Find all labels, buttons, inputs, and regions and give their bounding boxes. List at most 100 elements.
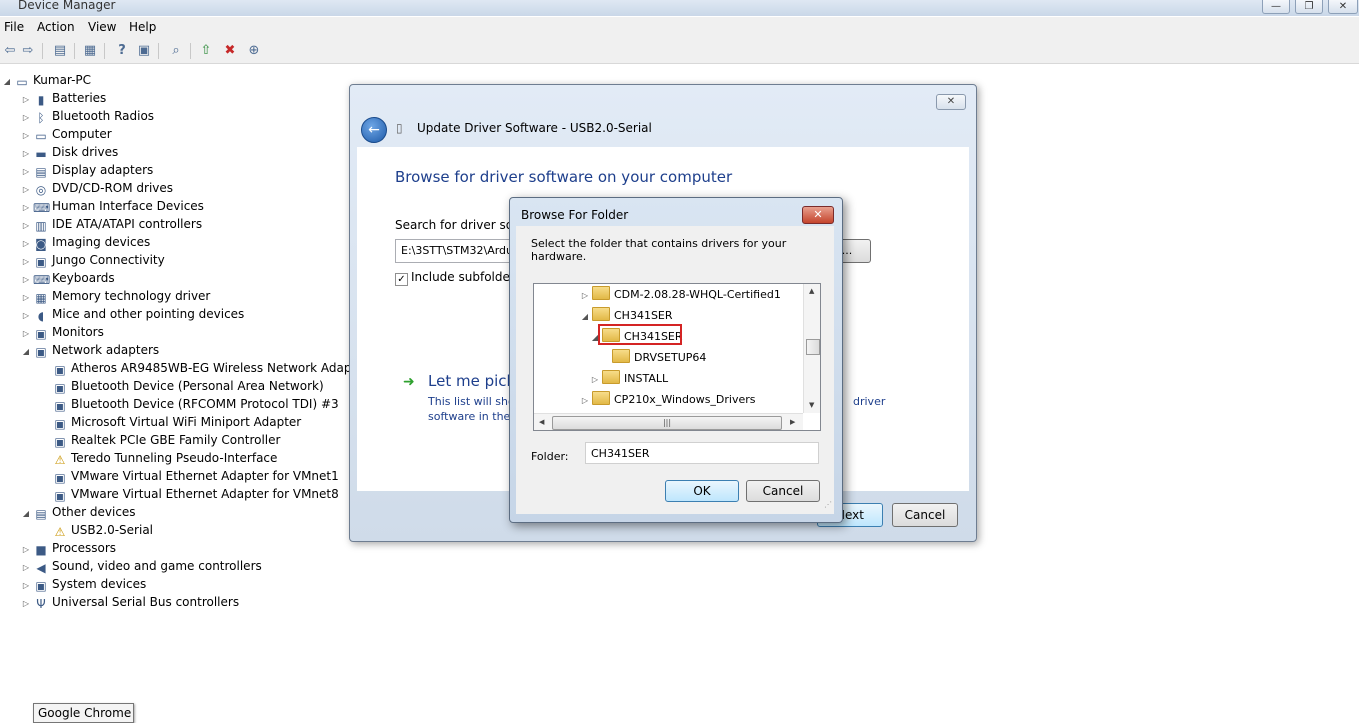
tree-category[interactable]: ▷ ◎ DVD/CD-ROM drives [21, 179, 173, 197]
tree-device[interactable]: ▣ VMware Virtual Ethernet Adapter for VMn… [40, 485, 338, 503]
view-icon[interactable]: ▣ [136, 43, 152, 59]
tree-category[interactable]: ▷ ᛒ Bluetooth Radios [21, 107, 154, 125]
tree-device[interactable]: ▣ VMware Virtual Ethernet Adapter for VMn… [40, 467, 339, 485]
expand-arrow-icon[interactable]: ▷ [590, 369, 600, 390]
tree-category[interactable]: ◢ ▣ Network adapters [21, 341, 159, 359]
tree-category[interactable]: ◢ ▤ Other devices [21, 503, 136, 521]
collapse-arrow-icon[interactable]: ◢ [21, 505, 31, 523]
folder-tree[interactable]: ▷ CDM-2.08.28-WHQL-Certified1 ◢ CH341SER ◢ CH… [533, 283, 821, 431]
tree-category[interactable]: ▷ ▥ IDE ATA/ATAPI controllers [21, 215, 202, 233]
network-adapter-icon: ▣ [54, 489, 66, 503]
tree-item-label: Other devices [52, 505, 136, 519]
minimize-button[interactable]: — [1262, 0, 1290, 14]
tree-category[interactable]: ▷ ▤ Display adapters [21, 161, 153, 179]
close-button[interactable]: ✕ [936, 94, 966, 110]
horizontal-scrollbar[interactable]: ◀ ||| ▶ [534, 413, 803, 430]
back-icon[interactable]: ⇦ [2, 43, 18, 59]
tree-category[interactable]: ▷ ▮ Batteries [21, 89, 106, 107]
forward-icon[interactable]: ⇨ [20, 43, 36, 59]
tree-device[interactable]: ▣ Bluetooth Device (Personal Area Network… [40, 377, 323, 395]
expand-arrow-icon[interactable]: ▷ [580, 285, 590, 306]
tree-category[interactable]: ▷ ■ Processors [21, 539, 116, 557]
tree-item-label: IDE ATA/ATAPI controllers [52, 217, 203, 231]
resize-grip-icon[interactable]: ⋰ [824, 500, 832, 509]
scrollbar-thumb[interactable]: ||| [552, 416, 782, 430]
network-adapter-icon: ▣ [54, 435, 66, 449]
tree-item-label: VMware Virtual Ethernet Adapter for VMne… [71, 469, 339, 483]
vertical-scrollbar[interactable]: ▲ ▼ [803, 284, 820, 413]
tree-device[interactable]: ▣ Microsoft Virtual WiFi Miniport Adapter [40, 413, 301, 431]
tree-category[interactable]: ▷ ◀ Sound, video and game controllers [21, 557, 262, 575]
folder-input[interactable]: CH341SER [585, 442, 819, 464]
menu-help[interactable]: Help [129, 20, 156, 34]
expand-arrow-icon[interactable]: ▷ [21, 595, 31, 613]
keyboard-icon: ⌨ [33, 273, 51, 287]
menu-action[interactable]: Action [37, 20, 75, 34]
restore-button[interactable]: ❐ [1295, 0, 1323, 14]
ok-button[interactable]: OK [665, 480, 739, 502]
scan-hardware-icon[interactable]: ⌕ [168, 43, 184, 59]
include-subfolders-checkbox[interactable]: ✓ [395, 273, 408, 286]
let-me-pick-description: software in the [428, 410, 511, 423]
toolbar: ⇦ ⇨ ▤ ▦ ? ▣ ⌕ ⇧ ✖ ⊕ [0, 39, 1359, 64]
tree-item-label: Teredo Tunneling Pseudo-Interface [71, 451, 278, 465]
folder-item[interactable]: ▷ INSTALL [590, 368, 668, 389]
tree-device[interactable]: ⚠ USB2.0-Serial [40, 521, 153, 539]
folder-icon [592, 391, 610, 405]
tree-device[interactable]: ▣ Bluetooth Device (RFCOMM Protocol TDI) … [40, 395, 338, 413]
uninstall-icon[interactable]: ✖ [222, 43, 238, 59]
show-hidden-icon[interactable]: ▦ [82, 43, 98, 59]
tree-category[interactable]: ▷ ⌨ Human Interface Devices [21, 197, 204, 215]
back-arrow-icon[interactable]: ← [361, 117, 387, 143]
include-subfolders-label[interactable]: Include subfolders [411, 270, 521, 284]
cancel-button[interactable]: Cancel [892, 503, 958, 527]
tree-root[interactable]: ◢ ▭ Kumar-PC [2, 71, 91, 89]
tree-category[interactable]: ▷ ▣ Jungo Connectivity [21, 251, 165, 269]
tree-category[interactable]: ▷ ◙ Imaging devices [21, 233, 150, 251]
collapse-arrow-icon[interactable]: ◢ [580, 306, 590, 327]
cancel-button[interactable]: Cancel [746, 480, 820, 502]
menu-file[interactable]: File [4, 20, 24, 34]
tree-category[interactable]: ▷ ▣ Monitors [21, 323, 104, 341]
scroll-down-icon[interactable]: ▼ [809, 401, 814, 409]
folder-item[interactable]: ▷ CP210x_Windows_Drivers [580, 389, 756, 410]
update-driver-icon[interactable]: ⇧ [198, 43, 214, 59]
menu-view[interactable]: View [88, 20, 116, 34]
scroll-left-icon[interactable]: ◀ [539, 418, 544, 426]
folder-item[interactable]: ▷ CDM-2.08.28-WHQL-Certified1 [580, 284, 781, 305]
close-button[interactable]: ✕ [1328, 0, 1358, 14]
tree-item-label: Bluetooth Radios [52, 109, 155, 123]
properties-icon[interactable]: ▤ [52, 43, 68, 59]
close-button[interactable]: ✕ [802, 206, 834, 224]
tree-item-label: Kumar-PC [33, 73, 92, 87]
dialog-title: Browse For Folder [521, 208, 629, 222]
folder-item[interactable]: DRVSETUP64 [600, 347, 706, 368]
collapse-arrow-icon[interactable]: ◢ [2, 73, 12, 91]
tree-category[interactable]: ▷ ◖ Mice and other pointing devices [21, 305, 244, 323]
expand-arrow-icon[interactable]: ▷ [580, 390, 590, 411]
tree-device[interactable]: ▣ Atheros AR9485WB-EG Wireless Network Ad… [40, 359, 368, 377]
tree-category[interactable]: ▷ ▣ System devices [21, 575, 146, 593]
warning-device-icon: ⚠ [54, 525, 66, 539]
tree-item-label: Memory technology driver [52, 289, 211, 303]
scrollbar-thumb[interactable] [806, 339, 820, 355]
tree-category[interactable]: ▷ ⌨ Keyboards [21, 269, 115, 287]
tree-category[interactable]: ▷ Ψ Universal Serial Bus controllers [21, 593, 239, 611]
tree-device[interactable]: ⚠ Teredo Tunneling Pseudo-Interface [40, 449, 278, 467]
tree-item-label: Network adapters [52, 343, 160, 357]
tree-device[interactable]: ▣ Realtek PCIe GBE Family Controller [40, 431, 280, 449]
tree-category[interactable]: ▷ ▦ Memory technology driver [21, 287, 210, 305]
folder-label: CH341SER [614, 309, 673, 322]
enable-device-icon[interactable]: ⊕ [246, 43, 262, 59]
mouse-icon: ◖ [37, 309, 45, 323]
let-me-pick-link[interactable]: Let me pick [428, 372, 515, 390]
folder-icon [612, 349, 630, 363]
collapse-arrow-icon[interactable]: ◢ [21, 343, 31, 361]
help-icon[interactable]: ? [114, 43, 130, 59]
scroll-right-icon[interactable]: ▶ [790, 418, 795, 426]
folder-label: DRVSETUP64 [634, 351, 707, 364]
scroll-up-icon[interactable]: ▲ [809, 287, 814, 295]
tree-category[interactable]: ▷ ▭ Computer [21, 125, 112, 143]
tree-category[interactable]: ▷ ▬ Disk drives [21, 143, 118, 161]
folder-item[interactable]: ◢ CH341SER [580, 305, 673, 326]
